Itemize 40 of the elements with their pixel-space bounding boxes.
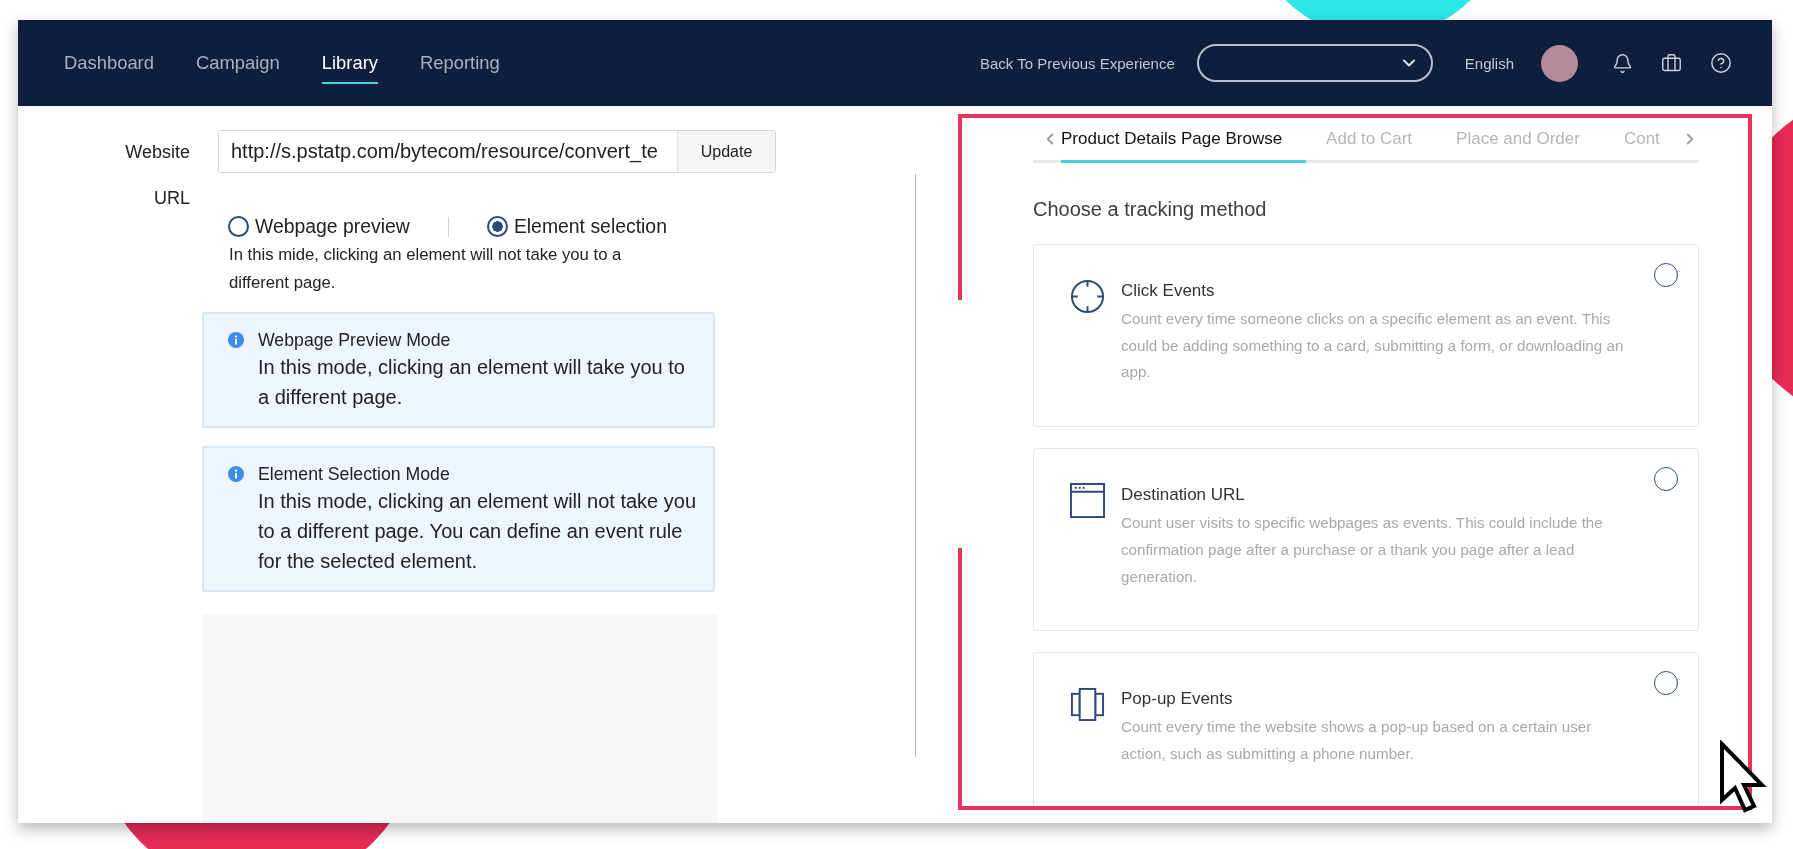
event-tab[interactable]: Product Details Page Browse [1061, 128, 1307, 163]
field-label: Website URL [124, 141, 190, 210]
radio-icon[interactable] [1654, 263, 1678, 287]
info-icon [228, 332, 244, 348]
language-link[interactable]: English [1464, 54, 1514, 72]
update-button[interactable]: Update [677, 131, 775, 172]
mode-note: In this mide, clicking an element will not take you to a different page. [229, 244, 623, 294]
method-card[interactable]: Destination URL Count user visits to specific webpages as events. This could include the confirmation page after a purchase or a thank you page after a lead generation. [1033, 448, 1699, 632]
info-icon [228, 466, 244, 482]
browser-window-icon [1070, 483, 1105, 519]
method-description: Count user visits to specific webpages as events. This could include the confirmation page after a purchase or a thank you page after a lead generation. [1121, 513, 1604, 587]
radio-icon[interactable] [1654, 671, 1678, 696]
method-title: Destination URL [1121, 484, 1246, 507]
section-heading: Choose a tracking method [1033, 198, 1268, 221]
nav-tab[interactable]: Reporting [420, 42, 500, 84]
method-title: Pop-up Events [1121, 688, 1234, 711]
info-text: In this mode, clicking an element will take you to a different page. [258, 355, 686, 410]
url-field[interactable]: http://s.pstatp.com/bytecom/resource/convert_te Update [218, 130, 776, 173]
bell-icon[interactable] [1612, 52, 1633, 74]
info-title: Webpage Preview Mode [258, 329, 452, 352]
dropdown-select[interactable] [1196, 44, 1433, 82]
radio-icon[interactable] [486, 216, 508, 237]
back-link[interactable]: Back To Previous Experience [979, 54, 1175, 72]
radio-icon[interactable] [1654, 467, 1678, 492]
method-card[interactable]: Click Events Count every time someone clicks on a specific element as an event. This could be adding something to a card, submitting a form, or downloading an app. [1033, 244, 1699, 428]
nav-tab[interactable]: Dashboard [64, 42, 154, 84]
info-title: Element Selection Mode [258, 463, 451, 486]
cursor-arrow-icon [1720, 740, 1767, 813]
info-text: In this mode, clicking an element will not take you to a different page. You can define an event rule for the selected element. [258, 489, 697, 574]
help-icon[interactable] [1710, 52, 1732, 74]
radio-icon[interactable] [228, 216, 249, 237]
method-title: Click Events [1121, 280, 1216, 302]
briefcase-icon[interactable] [1661, 52, 1682, 74]
method-description: Count every time someone clicks on a specific element as an event. This could be adding something to a card, submitting a form, or downloading an app. [1121, 309, 1625, 383]
avatar[interactable] [1541, 44, 1578, 82]
nav-tab[interactable]: Library [321, 42, 378, 84]
crosshair-icon [1070, 279, 1105, 314]
method-description: Count every time the website shows a pop-up based on a certain user action, such as submitting a phone number. [1121, 717, 1593, 764]
stacked-panels-icon [1070, 687, 1105, 723]
nav-tab[interactable]: Campaign [195, 42, 280, 84]
